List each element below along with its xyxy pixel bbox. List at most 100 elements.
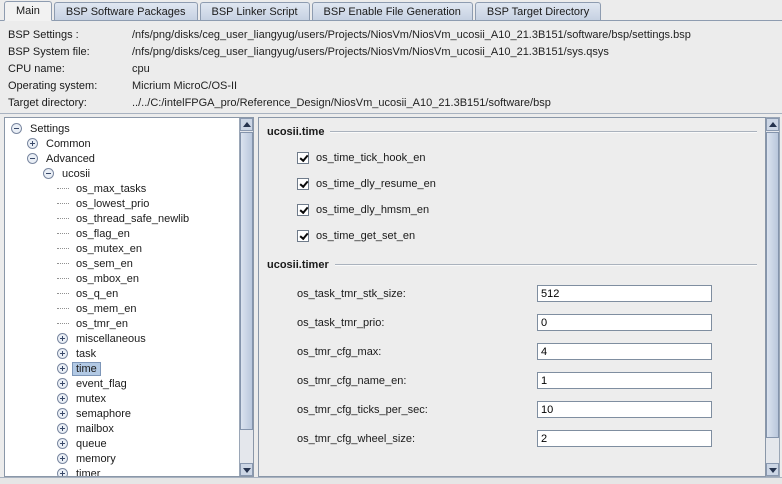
tree-expand-icon[interactable] — [57, 408, 68, 419]
tree-expand-icon[interactable] — [57, 333, 68, 344]
field-label-os_tmr_cfg_ticks_per_sec: os_tmr_cfg_ticks_per_sec: — [297, 404, 537, 416]
tree-item-label: Settings — [27, 123, 73, 135]
tree-item-label: os_max_tasks — [73, 183, 149, 195]
bsp-system-file-value: /nfs/png/disks/ceg_user_liangyug/users/P… — [132, 44, 609, 61]
tree-item-os_max_tasks[interactable]: os_max_tasks — [5, 181, 239, 196]
tree-expand-icon[interactable] — [57, 348, 68, 359]
bsp-info-panel: BSP Settings : /nfs/png/disks/ceg_user_l… — [0, 22, 782, 114]
scroll-up-button[interactable] — [240, 118, 253, 131]
info-row: Target directory: ../../C:/intelFPGA_pro… — [0, 95, 782, 112]
tree-item-miscellaneous[interactable]: miscellaneous — [5, 331, 239, 346]
tree-expand-icon[interactable] — [57, 363, 68, 374]
tree-expand-icon[interactable] — [27, 138, 38, 149]
tab-bsp-target-directory[interactable]: BSP Target Directory — [475, 2, 601, 20]
tree-collapse-icon[interactable] — [27, 153, 38, 164]
info-row: Operating system: Micrium MicroC/OS-II — [0, 78, 782, 95]
panel-vertical-scrollbar[interactable] — [766, 117, 780, 477]
panel-scrollbar-thumb[interactable] — [766, 132, 779, 438]
group-title-ucosii-timer: ucosii.timer — [267, 257, 757, 273]
tree-item-ucosii[interactable]: ucosii — [5, 166, 239, 181]
operating-system-value: Micrium MicroC/OS-II — [132, 78, 237, 95]
tab-bsp-enable-file-generation[interactable]: BSP Enable File Generation — [312, 2, 473, 20]
checkbox-os_time_tick_hook_en[interactable] — [297, 152, 309, 164]
field-row: os_tmr_cfg_max: — [297, 343, 757, 360]
tree-item-memory[interactable]: memory — [5, 451, 239, 466]
scroll-down-button[interactable] — [240, 463, 253, 476]
tree-item-label: ucosii — [59, 168, 93, 180]
bsp-settings-label: BSP Settings : — [0, 27, 132, 44]
field-row: os_task_tmr_stk_size: — [297, 285, 757, 302]
tree-expand-icon[interactable] — [57, 438, 68, 449]
tree-item-os_tmr_en[interactable]: os_tmr_en — [5, 316, 239, 331]
tree-item-settings[interactable]: Settings — [5, 121, 239, 136]
bsp-settings-value: /nfs/png/disks/ceg_user_liangyug/users/P… — [132, 27, 691, 44]
checkbox-label: os_time_dly_resume_en — [316, 178, 436, 190]
checkbox-os_time_dly_resume_en[interactable] — [297, 178, 309, 190]
arrow-down-icon — [243, 468, 251, 473]
arrow-up-icon — [243, 122, 251, 127]
tree-expand-icon[interactable] — [57, 453, 68, 464]
tree-item-label: os_lowest_prio — [73, 198, 152, 210]
tree-vertical-scrollbar[interactable] — [239, 118, 253, 476]
tree-item-os_mutex_en[interactable]: os_mutex_en — [5, 241, 239, 256]
checkbox-label: os_time_tick_hook_en — [316, 152, 425, 164]
checkbox-os_time_get_set_en[interactable] — [297, 230, 309, 242]
checkbox-label: os_time_get_set_en — [316, 230, 415, 242]
horizontal-scrollbar[interactable] — [0, 477, 782, 484]
tree-item-os_thread_safe_newlib[interactable]: os_thread_safe_newlib — [5, 211, 239, 226]
tree-item-os_q_en[interactable]: os_q_en — [5, 286, 239, 301]
tab-bsp-linker-script[interactable]: BSP Linker Script — [200, 2, 310, 20]
tree-scrollbar-thumb[interactable] — [240, 132, 253, 430]
input-os_task_tmr_prio[interactable] — [537, 314, 712, 331]
tree-item-label: semaphore — [73, 408, 134, 420]
tree-item-label: mutex — [73, 393, 109, 405]
tree-expand-icon[interactable] — [57, 423, 68, 434]
tab-bar: Main BSP Software Packages BSP Linker Sc… — [0, 0, 782, 21]
tree-collapse-icon[interactable] — [43, 168, 54, 179]
tree-item-common[interactable]: Common — [5, 136, 239, 151]
input-os_tmr_cfg_wheel_size[interactable] — [537, 430, 712, 447]
tree-item-label: os_flag_en — [73, 228, 133, 240]
tree-item-label: mailbox — [73, 423, 117, 435]
tree-expand-icon[interactable] — [57, 393, 68, 404]
tree-item-os_mem_en[interactable]: os_mem_en — [5, 301, 239, 316]
scroll-up-button[interactable] — [766, 118, 779, 131]
input-os_tmr_cfg_ticks_per_sec[interactable] — [537, 401, 712, 418]
scroll-down-button[interactable] — [766, 463, 779, 476]
input-os_tmr_cfg_max[interactable] — [537, 343, 712, 360]
tree-item-mailbox[interactable]: mailbox — [5, 421, 239, 436]
tree-item-label: timer — [73, 468, 103, 477]
operating-system-label: Operating system: — [0, 78, 132, 95]
info-row: BSP Settings : /nfs/png/disks/ceg_user_l… — [0, 27, 782, 44]
input-os_tmr_cfg_name_en[interactable] — [537, 372, 712, 389]
tree-item-event_flag[interactable]: event_flag — [5, 376, 239, 391]
settings-detail-panel: ucosii.time os_time_tick_hook_en os_time… — [258, 117, 766, 477]
field-label-os_tmr_cfg_wheel_size: os_tmr_cfg_wheel_size: — [297, 433, 537, 445]
tree-item-semaphore[interactable]: semaphore — [5, 406, 239, 421]
tree-item-advanced[interactable]: Advanced — [5, 151, 239, 166]
tab-main[interactable]: Main — [4, 1, 52, 21]
tree-item-os_lowest_prio[interactable]: os_lowest_prio — [5, 196, 239, 211]
tree-collapse-icon[interactable] — [11, 123, 22, 134]
tree-item-label: queue — [73, 438, 110, 450]
field-label-os_tmr_cfg_name_en: os_tmr_cfg_name_en: — [297, 375, 537, 387]
tree-item-mutex[interactable]: mutex — [5, 391, 239, 406]
tree-item-timer[interactable]: timer — [5, 466, 239, 476]
field-row: os_task_tmr_prio: — [297, 314, 757, 331]
target-directory-label: Target directory: — [0, 95, 132, 112]
tree-expand-icon[interactable] — [57, 468, 68, 476]
info-row: BSP System file: /nfs/png/disks/ceg_user… — [0, 44, 782, 61]
tree-item-queue[interactable]: queue — [5, 436, 239, 451]
checkbox-os_time_dly_hmsm_en[interactable] — [297, 204, 309, 216]
arrow-up-icon — [769, 122, 777, 127]
tree-item-os_mbox_en[interactable]: os_mbox_en — [5, 271, 239, 286]
tree-item-os_sem_en[interactable]: os_sem_en — [5, 256, 239, 271]
tree-item-task[interactable]: task — [5, 346, 239, 361]
tree-item-os_flag_en[interactable]: os_flag_en — [5, 226, 239, 241]
tab-bsp-software-packages[interactable]: BSP Software Packages — [54, 2, 198, 20]
target-directory-value: ../../C:/intelFPGA_pro/Reference_Design/… — [132, 95, 551, 112]
input-os_task_tmr_stk_size[interactable] — [537, 285, 712, 302]
tree-item-time[interactable]: time — [5, 361, 239, 376]
tree-item-label: Advanced — [43, 153, 98, 165]
tree-expand-icon[interactable] — [57, 378, 68, 389]
